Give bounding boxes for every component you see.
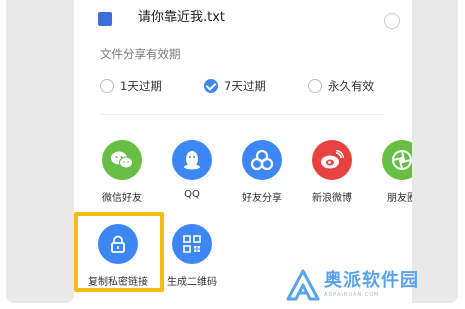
expiry-option-label: 1天过期	[120, 79, 162, 93]
share-label: QQ	[184, 189, 200, 200]
radio-checked-icon	[204, 79, 218, 93]
radio-icon	[308, 79, 322, 93]
share-label: 生成二维码	[167, 277, 217, 288]
friends-share-icon	[242, 140, 282, 180]
file-select-checkbox[interactable]	[384, 13, 400, 29]
watermark-logo-icon	[286, 269, 320, 301]
share-qq-button[interactable]: QQ	[162, 140, 222, 200]
weibo-icon	[312, 140, 352, 180]
expiry-option-1day[interactable]: 1天过期	[100, 76, 162, 96]
highlight-box	[74, 212, 164, 292]
expiry-option-7days[interactable]: 7天过期	[204, 76, 266, 96]
expiry-option-label: 7天过期	[224, 79, 266, 93]
divider	[100, 114, 384, 115]
expiry-option-label: 永久有效	[328, 79, 374, 93]
background-overlay-left	[6, 0, 74, 303]
qrcode-icon	[172, 224, 212, 264]
file-name: 请你靠近我.txt	[138, 10, 226, 25]
share-moments-button[interactable]: 朋友圈	[372, 140, 412, 204]
expiry-option-permanent[interactable]: 永久有效	[308, 76, 374, 96]
file-row[interactable]: 请你靠近我.txt	[74, 0, 412, 29]
wechat-icon	[102, 140, 142, 180]
background-overlay-right	[412, 0, 458, 303]
radio-icon	[100, 79, 114, 93]
share-label: 好友分享	[242, 193, 282, 204]
share-weibo-button[interactable]: 新浪微博	[302, 140, 362, 204]
share-label: 微信好友	[102, 193, 142, 204]
watermark-title: 奥派软件园	[324, 270, 419, 291]
file-icon	[98, 12, 112, 26]
share-wechat-friends-button[interactable]: 微信好友	[92, 140, 152, 204]
expiry-section-title: 文件分享有效期	[100, 47, 181, 61]
watermark-subtitle: AOPAIRUAN.COM	[324, 292, 380, 298]
generate-qrcode-button[interactable]: 生成二维码	[162, 224, 222, 288]
share-label: 朋友圈	[387, 193, 412, 204]
qq-penguin-icon	[172, 140, 212, 180]
watermark: 奥派软件园 AOPAIRUAN.COM	[286, 267, 419, 303]
moments-icon	[382, 140, 412, 180]
share-friends-button[interactable]: 好友分享	[232, 140, 292, 204]
share-label: 新浪微博	[312, 193, 352, 204]
